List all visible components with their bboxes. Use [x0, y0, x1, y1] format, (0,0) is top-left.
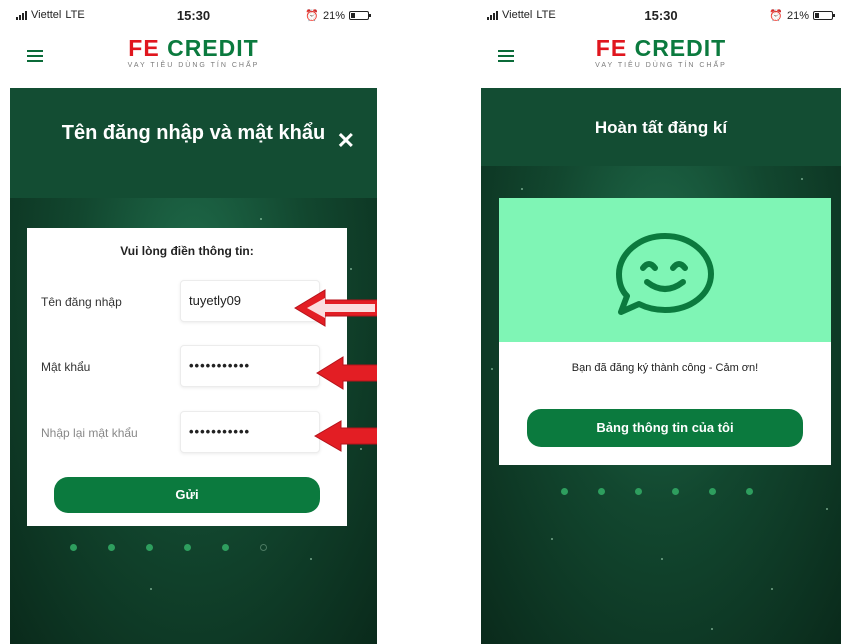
dashboard-button[interactable]: Bảng thông tin của tôi — [527, 409, 803, 447]
status-bar: Viettel LTE 15:30 ⏰ 21% — [481, 0, 841, 30]
step-dot — [709, 488, 716, 495]
status-bar: Viettel LTE 15:30 ⏰ 21% — [10, 0, 377, 30]
logo-tagline: VAY TIÊU DÙNG TÍN CHẤP — [127, 62, 260, 69]
battery-percent: 21% — [322, 9, 345, 22]
step-dot — [184, 544, 191, 551]
arrow-left-icon — [316, 356, 377, 390]
battery-area: ⏰ 21% — [769, 9, 835, 22]
logo-fe: FE — [595, 35, 628, 61]
battery-percent: 21% — [786, 9, 809, 22]
alarm-icon: ⏰ — [769, 10, 783, 22]
close-icon[interactable]: ✕ — [337, 128, 355, 154]
page-title: Tên đăng nhập và mật khẩu — [61, 122, 326, 144]
step-dot — [598, 488, 605, 495]
confirm-password-input[interactable]: ••••••••••• — [180, 411, 320, 453]
step-dot — [672, 488, 679, 495]
app-header: FE CREDIT VAY TIÊU DÙNG TÍN CHẤP — [481, 30, 841, 88]
step-indicator — [70, 544, 267, 551]
step-dot — [222, 544, 229, 551]
step-dot — [260, 544, 267, 551]
logo-credit: CREDIT — [634, 35, 727, 61]
success-card: Bạn đã đăng ký thành công - Cảm ơn! Bảng… — [499, 198, 831, 465]
phone-screen-registration-complete: Viettel LTE 15:30 ⏰ 21% FE CREDIT VAY TI… — [481, 0, 841, 644]
logo-credit: CREDIT — [167, 35, 259, 61]
step-dot — [108, 544, 115, 551]
confirm-password-row: Nhập lại mật khẩu ••••••••••• — [27, 411, 347, 455]
step-dot — [746, 488, 753, 495]
step-dot — [146, 544, 153, 551]
app-header: FE CREDIT VAY TIÊU DÙNG TÍN CHẤP — [10, 30, 377, 88]
password-row: Mật khẩu ••••••••••• — [27, 345, 347, 389]
step-dot — [561, 488, 568, 495]
logo-tagline: VAY TIÊU DÙNG TÍN CHẤP — [595, 62, 727, 69]
battery-icon — [349, 11, 371, 20]
confirm-password-label: Nhập lại mật khẩu — [41, 426, 138, 440]
password-label: Mật khẩu — [41, 360, 91, 374]
alarm-icon: ⏰ — [305, 10, 319, 22]
username-label: Tên đăng nhập — [41, 295, 122, 309]
page-title: Hoàn tất đăng kí — [594, 118, 728, 137]
password-input[interactable]: ••••••••••• — [180, 345, 320, 387]
screen-background: Hoàn tất đăng kí Bạn đã đăng ký thành cô… — [481, 88, 841, 644]
phone-screen-login-details: Viettel LTE 15:30 ⏰ 21% FE CREDIT VAY TI… — [10, 0, 377, 644]
form-prompt: Vui lòng điền thông tin: — [120, 244, 254, 258]
logo-fe: FE — [128, 35, 160, 61]
success-message: Bạn đã đăng ký thành công - Cảm ơn! — [571, 362, 759, 374]
step-dot — [635, 488, 642, 495]
fe-credit-logo: FE CREDIT VAY TIÊU DÙNG TÍN CHẤP — [481, 36, 841, 69]
title-bar: Hoàn tất đăng kí — [481, 88, 841, 166]
arrow-left-icon — [294, 289, 377, 327]
title-bar: Tên đăng nhập và mật khẩu ✕ — [10, 88, 377, 198]
smile-chat-icon — [616, 233, 714, 315]
step-indicator — [561, 488, 753, 495]
submit-button[interactable]: Gửi — [54, 477, 320, 513]
fe-credit-logo: FE CREDIT VAY TIÊU DÙNG TÍN CHẤP — [10, 36, 377, 69]
arrow-left-icon — [313, 420, 377, 452]
battery-area: ⏰ 21% — [305, 9, 371, 22]
success-banner — [499, 198, 831, 342]
battery-icon — [813, 11, 835, 20]
step-dot — [70, 544, 77, 551]
registration-form: Vui lòng điền thông tin: Tên đăng nhập t… — [27, 228, 347, 526]
